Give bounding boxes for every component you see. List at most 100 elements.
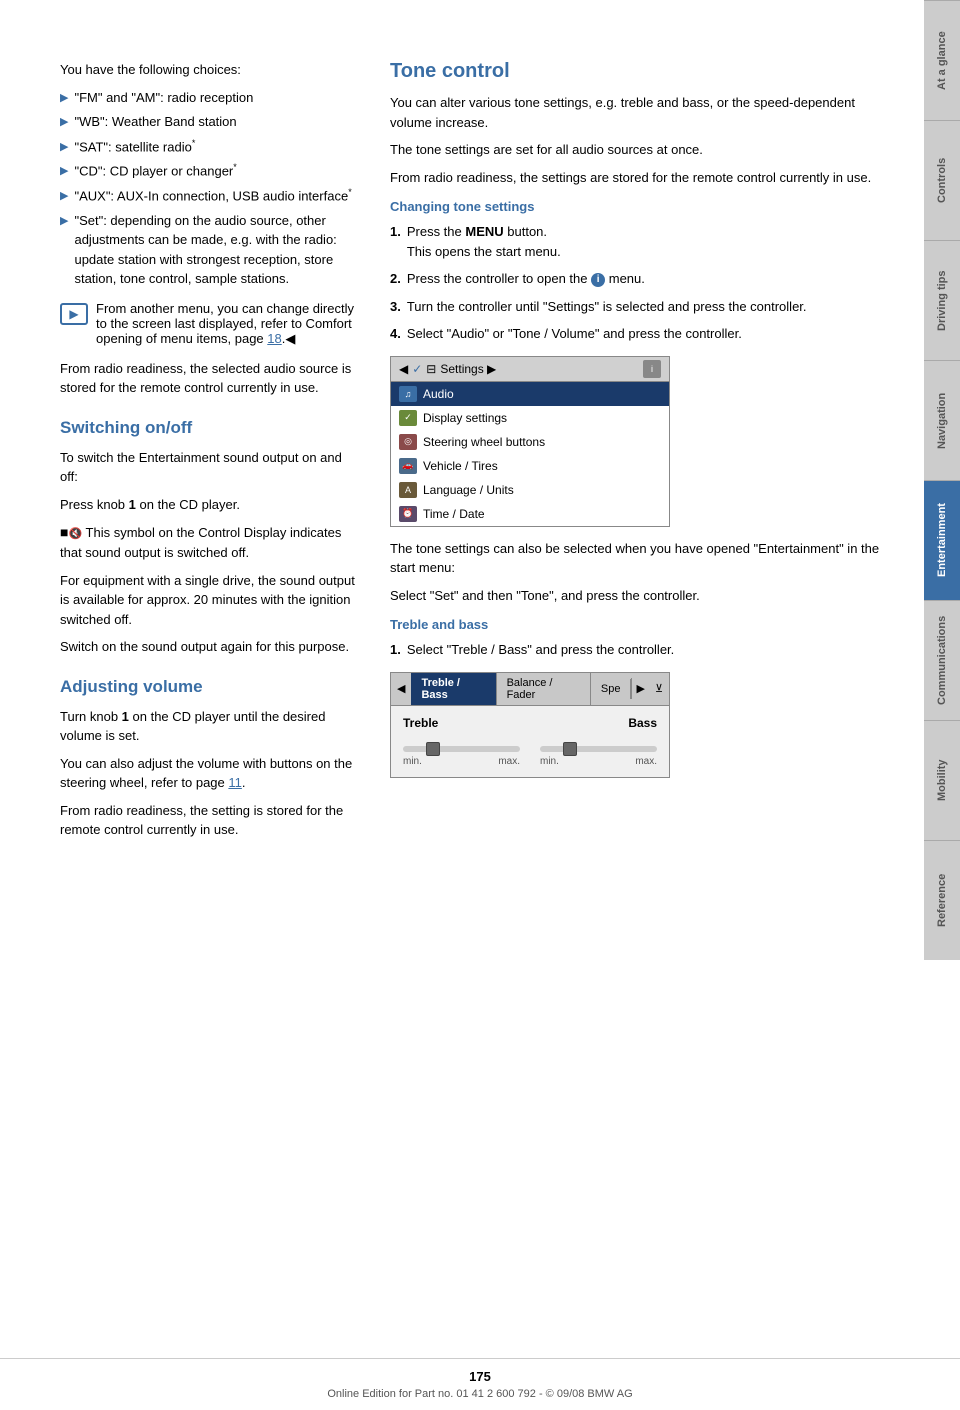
page-link-18[interactable]: 18 [267, 331, 281, 346]
sidebar-tab-navigation[interactable]: Navigation [924, 360, 960, 480]
list-item: ▶ "CD": CD player or changer* [60, 161, 360, 181]
right-column: Tone control You can alter various tone … [390, 60, 894, 1318]
vehicle-tires-row[interactable]: 🚗 Vehicle / Tires [391, 454, 669, 478]
arrow-icon: ▶ [60, 163, 68, 180]
adjusting-para1: Turn knob 1 on the CD player until the d… [60, 707, 360, 746]
arrow-icon: ▶ [60, 188, 68, 205]
intro-text: You have the following choices: [60, 60, 360, 80]
treble-slider[interactable]: min. max. [403, 746, 520, 767]
bass-max-label: max. [635, 756, 657, 767]
nav-left-icon: ◀ [399, 362, 408, 376]
bass-min-label: min. [540, 756, 559, 767]
changing-tone-heading: Changing tone settings [390, 199, 894, 214]
page-footer: 175 Online Edition for Part no. 01 41 2 … [0, 1358, 960, 1410]
sidebar-tab-at-a-glance[interactable]: At a glance [924, 0, 960, 120]
bass-labels: min. max. [540, 756, 657, 767]
step-num: 4. [390, 324, 401, 344]
step-2: 2. Press the controller to open the i me… [390, 269, 894, 289]
list-item: ▶ "SAT": satellite radio* [60, 137, 360, 157]
sidebar-tab-reference[interactable]: Reference [924, 840, 960, 960]
step-3: 3. Turn the controller until "Settings" … [390, 297, 894, 317]
audio-menu-row[interactable]: ♫ Audio [391, 382, 669, 406]
treble-bass-tab[interactable]: Treble / Bass [411, 673, 496, 705]
language-units-label: Language / Units [423, 483, 514, 497]
tone-para3: From radio readiness, the settings are s… [390, 168, 894, 188]
steering-wheel-icon: ◎ [399, 434, 417, 450]
radio-readiness-text: From radio readiness, the selected audio… [60, 359, 360, 398]
step-num: 1. [390, 640, 401, 660]
page-container: You have the following choices: ▶ "FM" a… [0, 0, 960, 1358]
note-text: From another menu, you can change direct… [96, 301, 360, 347]
up-icon: ⊻ [655, 682, 663, 695]
vehicle-tires-label: Vehicle / Tires [423, 459, 498, 473]
treble-bass-header: ◀ Treble / Bass Balance / Fader Spe ▶ ⊻ [391, 673, 669, 706]
settings-icon: ⊟ [426, 362, 436, 376]
display-settings-row[interactable]: ✓ Display settings [391, 406, 669, 430]
sidebar-tab-driving-tips[interactable]: Driving tips [924, 240, 960, 360]
note-arrow-icon: ▶ [69, 307, 78, 321]
adjusting-para3: From radio readiness, the setting is sto… [60, 801, 360, 840]
language-units-icon: A [399, 482, 417, 498]
steering-wheel-row[interactable]: ◎ Steering wheel buttons [391, 430, 669, 454]
treble-thumb[interactable] [426, 742, 440, 756]
main-content: You have the following choices: ▶ "FM" a… [0, 0, 924, 1358]
page-link-11[interactable]: 11 [228, 775, 242, 790]
footer-text: Online Edition for Part no. 01 41 2 600 … [0, 1388, 960, 1400]
bullet-list: ▶ "FM" and "AM": radio reception ▶ "WB":… [60, 88, 360, 289]
treble-label: Treble [403, 716, 438, 730]
sidebar-tab-mobility[interactable]: Mobility [924, 720, 960, 840]
bass-slider[interactable]: min. max. [540, 746, 657, 767]
i-icon: i [591, 273, 605, 287]
treble-max-label: max. [498, 756, 520, 767]
nav-right-icon: ▶ [631, 678, 648, 699]
sidebar-tab-controls[interactable]: Controls [924, 120, 960, 240]
balance-fader-tab[interactable]: Balance / Fader [497, 673, 591, 705]
time-date-label: Time / Date [423, 507, 485, 521]
tone-para2: The tone settings are set for all audio … [390, 140, 894, 160]
treble-step-text: Select "Treble / Bass" and press the con… [407, 640, 674, 660]
bullet-text: "Set": depending on the audio source, ot… [74, 211, 360, 289]
sidebar-tab-entertainment[interactable]: Entertainment [924, 480, 960, 600]
bullet-text: "AUX": AUX-In connection, USB audio inte… [74, 186, 351, 206]
treble-bass-content: Treble Bass min. max. [391, 706, 669, 777]
menu-header-text: Settings ▶ [440, 362, 496, 376]
list-item: ▶ "AUX": AUX-In connection, USB audio in… [60, 186, 360, 206]
switching-para1: To switch the Entertainment sound output… [60, 448, 360, 487]
scroll-indicator: i [643, 360, 661, 378]
speed-tab[interactable]: Spe [591, 679, 632, 699]
switching-para5: Switch on the sound output again for thi… [60, 637, 360, 657]
language-units-row[interactable]: A Language / Units [391, 478, 669, 502]
bass-thumb[interactable] [563, 742, 577, 756]
note-box: ▶ From another menu, you can change dire… [60, 301, 360, 347]
display-settings-icon: ✓ [399, 410, 417, 426]
arrow-icon: ▶ [60, 114, 68, 131]
audio-menu-icon: ♫ [399, 386, 417, 402]
switching-para4: For equipment with a single drive, the s… [60, 571, 360, 630]
nav-icons: ⊻ [649, 678, 669, 699]
treble-bass-steps: 1. Select "Treble / Bass" and press the … [390, 640, 894, 660]
switching-section-heading: Switching on/off [60, 418, 360, 438]
adjusting-para2: You can also adjust the volume with butt… [60, 754, 360, 793]
step-num: 3. [390, 297, 401, 317]
list-item: ▶ "FM" and "AM": radio reception [60, 88, 360, 108]
step-text: Turn the controller until "Settings" is … [407, 297, 807, 317]
tone-control-heading: Tone control [390, 60, 894, 83]
tb-sliders: min. max. min. max. [403, 746, 657, 767]
arrow-icon: ▶ [60, 90, 68, 107]
list-item: ▶ "Set": depending on the audio source, … [60, 211, 360, 289]
changing-tone-steps: 1. Press the MENU button.This opens the … [390, 222, 894, 344]
after-menu-text2: Select "Set" and then "Tone", and press … [390, 586, 894, 606]
tb-labels: Treble Bass [403, 716, 657, 730]
bullet-text: "CD": CD player or changer* [74, 161, 236, 181]
time-date-row[interactable]: ⏰ Time / Date [391, 502, 669, 526]
sidebar-tab-communications[interactable]: Communications [924, 600, 960, 720]
sidebar: At a glance Controls Driving tips Naviga… [924, 0, 960, 1358]
list-item: ▶ "WB": Weather Band station [60, 112, 360, 132]
steering-wheel-label: Steering wheel buttons [423, 435, 545, 449]
vehicle-tires-icon: 🚗 [399, 458, 417, 474]
step-text: Press the controller to open the i menu. [407, 269, 645, 289]
display-settings-label: Display settings [423, 411, 507, 425]
nav-back-icon: ◀ [391, 678, 411, 699]
bass-label: Bass [628, 716, 657, 730]
step-num: 1. [390, 222, 401, 242]
